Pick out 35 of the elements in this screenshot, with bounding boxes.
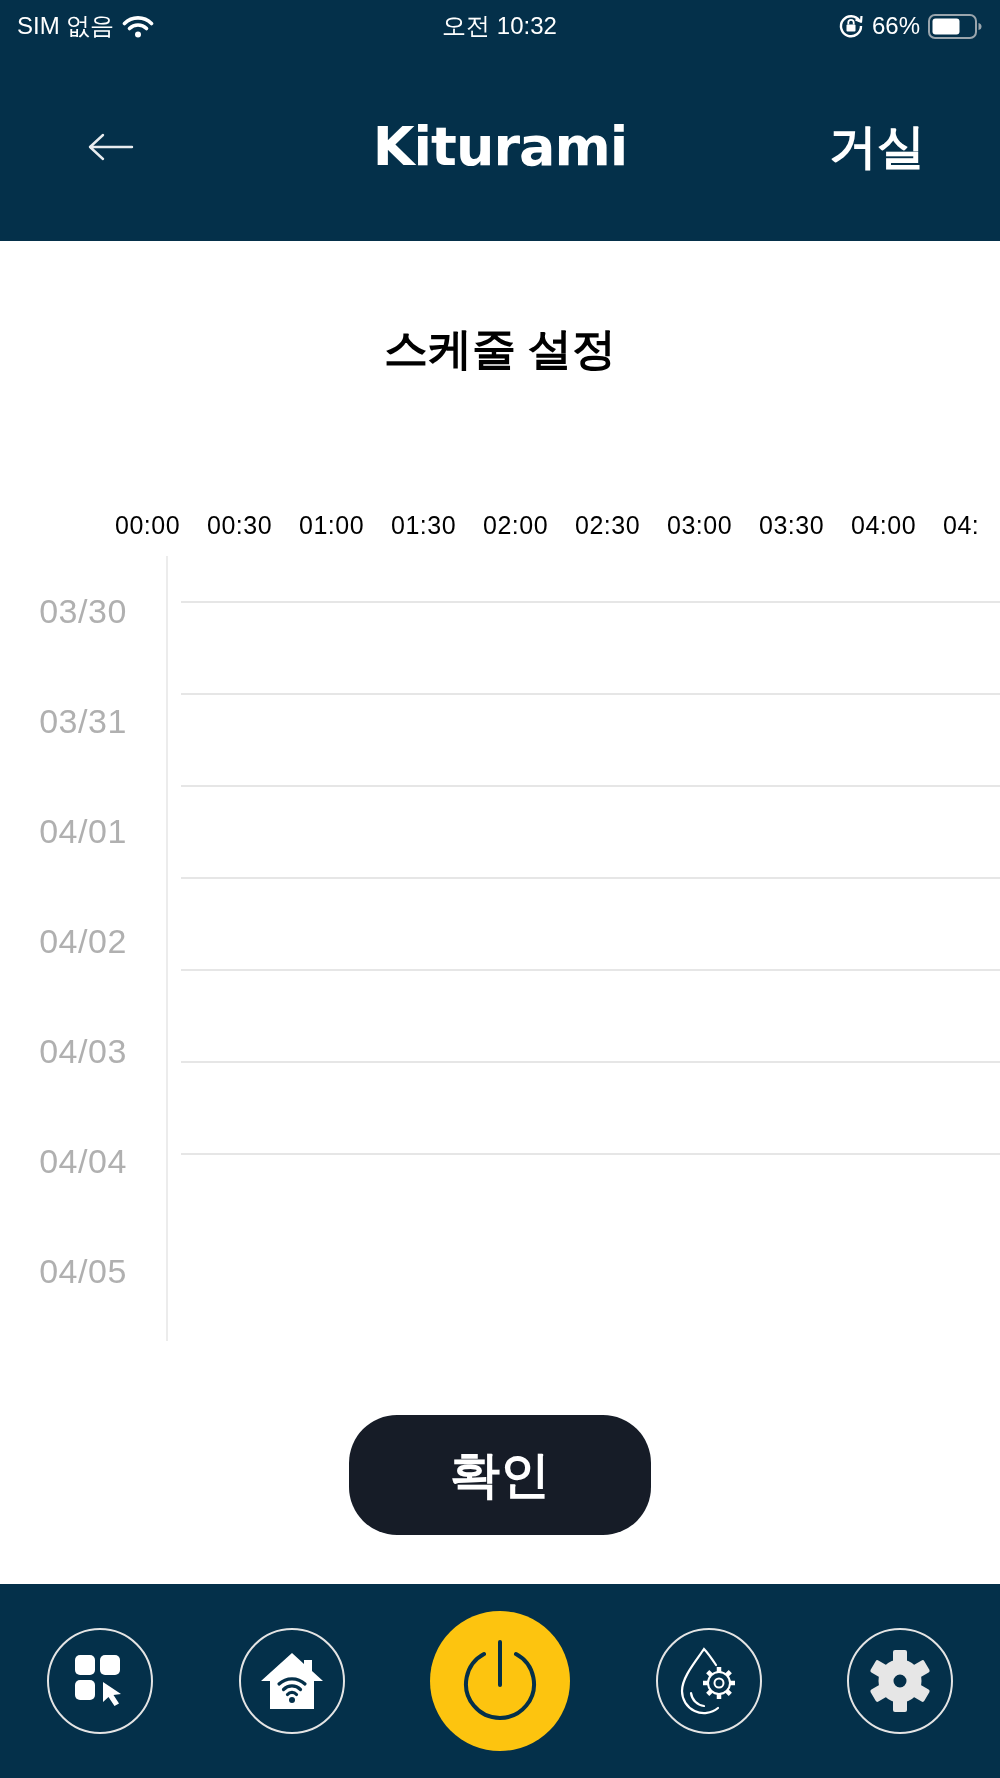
- date-label: 04/05: [39, 1250, 127, 1292]
- date-label: 03/31: [39, 700, 127, 742]
- wifi-icon: [122, 14, 155, 38]
- apps-nav-button[interactable]: [47, 1628, 153, 1734]
- time-label: 01:30: [391, 511, 457, 539]
- settings-nav-button[interactable]: [847, 1628, 953, 1734]
- date-label: 04/03: [39, 1030, 127, 1072]
- house-wifi-icon: [259, 1652, 324, 1710]
- power-icon: [462, 1640, 538, 1722]
- date-label: 03/30: [39, 590, 127, 632]
- time-label: 03:30: [759, 511, 825, 539]
- time-label: 02:00: [483, 511, 549, 539]
- battery-percent-text: 66%: [871, 11, 920, 41]
- page-heading: 스케줄 설정: [383, 323, 617, 375]
- brand-logo: Kiturami: [372, 119, 628, 174]
- back-arrow-icon: [88, 132, 134, 161]
- settings-icon: [869, 1650, 931, 1712]
- clock-text: 오전 10:32: [442, 11, 557, 41]
- time-label: 04:00: [851, 511, 917, 539]
- water-settings-nav-button[interactable]: [655, 1628, 762, 1734]
- date-label: 04/02: [39, 920, 127, 962]
- carrier-text: SIM 없음: [17, 11, 115, 41]
- time-label: 01:00: [299, 511, 365, 539]
- time-label: 03:00: [667, 511, 733, 539]
- time-label: 00:00: [115, 511, 181, 539]
- home-wifi-nav-button[interactable]: [238, 1628, 345, 1734]
- battery-icon: [928, 13, 982, 39]
- confirm-button[interactable]: 확인: [349, 1415, 651, 1535]
- rotation-lock-icon: [837, 13, 864, 39]
- time-label: 04:: [943, 511, 980, 539]
- time-label: 00:30: [207, 511, 273, 539]
- room-title: 거실: [829, 118, 925, 175]
- date-label: 04/04: [39, 1140, 127, 1182]
- time-label: 02:30: [575, 511, 641, 539]
- date-label: 04/01: [39, 810, 127, 852]
